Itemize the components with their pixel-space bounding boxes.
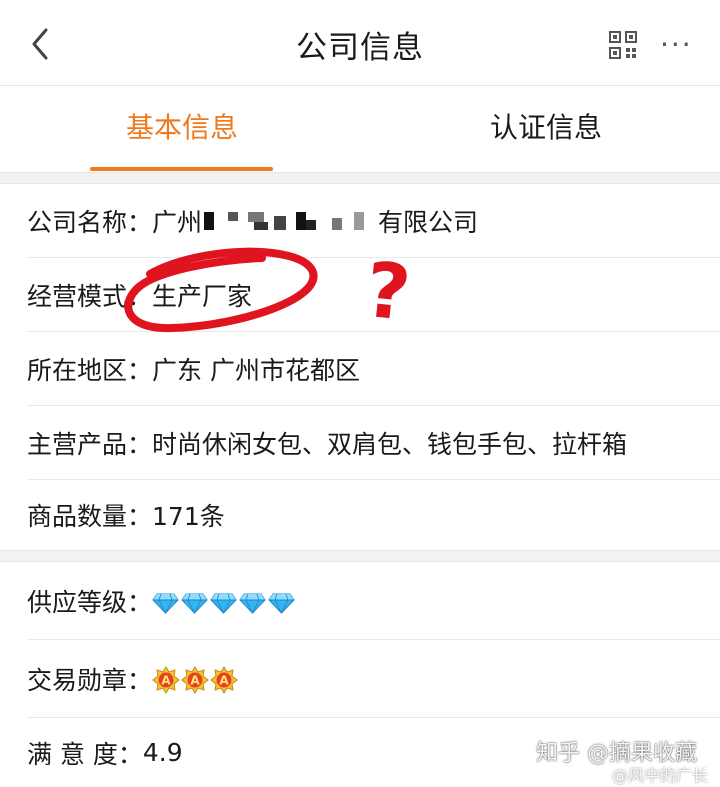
- svg-text:A: A: [219, 674, 229, 688]
- main-products-value: 时尚休闲女包、双肩包、钱包手包、拉杆箱: [152, 430, 628, 459]
- row-region: 所在地区： 广东 广州市花都区: [0, 332, 720, 406]
- svg-text:A: A: [161, 674, 171, 688]
- svg-text:A: A: [190, 674, 200, 688]
- tab-bar: 基本信息 认证信息: [0, 86, 720, 172]
- satisfaction-value: 4.9: [142, 738, 183, 767]
- company-name-label: 公司名称：: [27, 208, 153, 237]
- row-company-name: 公司名称： 广州 有限公司: [0, 184, 720, 258]
- top-bar: 公司信息 ···: [0, 0, 720, 86]
- business-mode-label: 经营模式：: [27, 282, 153, 311]
- tab-certification-info[interactable]: 认证信息: [490, 106, 602, 146]
- watermark-weibo: @风中的广长: [612, 766, 709, 785]
- section-gap: [0, 550, 720, 562]
- blue-diamond-icon: [181, 593, 208, 614]
- trade-medals: AAA: [152, 664, 239, 694]
- blue-diamond-icon: [152, 593, 179, 614]
- row-main-products: 主营产品： 时尚休闲女包、双肩包、钱包手包、拉杆箱: [0, 406, 720, 480]
- row-product-count: 商品数量： 171条: [0, 480, 720, 550]
- main-products-label: 主营产品：: [27, 430, 153, 459]
- blue-diamond-icon: [239, 593, 266, 614]
- a-medal-icon: A: [181, 666, 209, 694]
- row-trade-medal: 交易勋章： A A A: [0, 640, 720, 718]
- supply-level-label: 供应等级：: [27, 588, 153, 617]
- satisfaction-label: 满 意 度：: [27, 739, 143, 769]
- product-count-value: 171条: [152, 502, 225, 531]
- business-mode-value: 生产厂家: [152, 282, 253, 311]
- region-value: 广东 广州市花都区: [152, 356, 360, 385]
- supply-level-diamonds: [152, 587, 297, 616]
- trade-medal-label: 交易勋章：: [27, 666, 153, 695]
- row-supply-level: 供应等级：: [0, 562, 720, 640]
- qr-code-icon[interactable]: [608, 30, 638, 60]
- row-business-mode: 经营模式： 生产厂家: [0, 258, 720, 332]
- redacted-mosaic: [204, 212, 365, 230]
- blue-diamond-icon: [268, 593, 295, 614]
- a-medal-icon: A: [210, 666, 238, 694]
- blue-diamond-icon: [210, 593, 237, 614]
- product-count-label: 商品数量：: [27, 502, 153, 531]
- a-medal-icon: A: [152, 666, 180, 694]
- region-label: 所在地区：: [27, 356, 153, 385]
- active-tab-indicator: [90, 167, 273, 171]
- more-options-icon[interactable]: ···: [660, 30, 700, 60]
- company-name-prefix: 广州: [152, 208, 203, 237]
- tab-basic-info[interactable]: 基本信息: [126, 106, 238, 146]
- section-gap: [0, 172, 720, 184]
- company-name-suffix: 有限公司: [378, 208, 479, 237]
